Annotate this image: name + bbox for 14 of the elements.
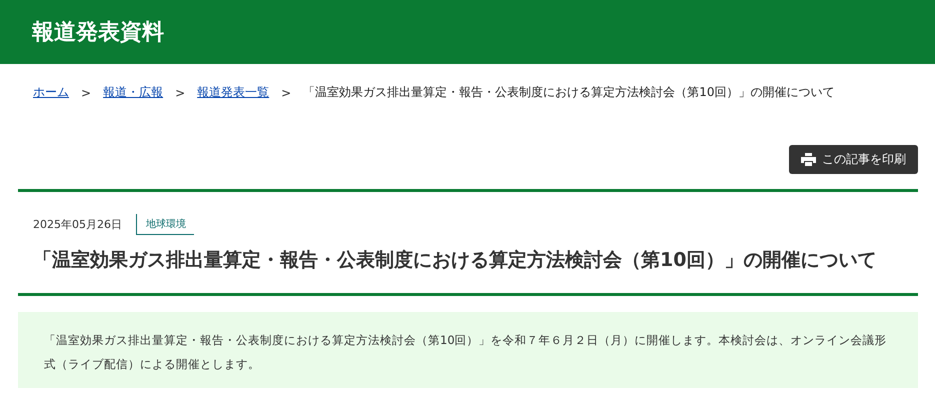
breadcrumb-link[interactable]: ホーム [33, 84, 69, 101]
breadcrumb-separator: > [175, 86, 186, 100]
page-title: 報道発表資料 [32, 19, 164, 47]
category-tag: 地球環境 [136, 214, 194, 235]
print-button[interactable]: この記事を印刷 [789, 145, 918, 174]
printer-icon [801, 153, 816, 166]
breadcrumb-current: 「温室効果ガス排出量算定・報告・公表制度における算定方法検討会（第10回）」の開催について [303, 84, 834, 101]
article-title: 「温室効果ガス排出量算定・報告・公表制度における算定方法検討会（第10回）」の開催について [33, 248, 878, 273]
breadcrumb-separator: > [81, 86, 92, 100]
summary-text: 「温室効果ガス排出量算定・報告・公表制度における算定方法検討会（第10回）」を令和７年６月２日（月）に開催します。本検討会は、オンライン会議形式（ライブ配信）による開催とします。 [44, 332, 888, 373]
breadcrumb-separator: > [281, 86, 292, 100]
article-date: 2025年05月26日 [33, 217, 122, 233]
breadcrumb-link[interactable]: 報道発表一覧 [197, 84, 270, 101]
breadcrumb-link[interactable]: 報道・広報 [103, 84, 164, 101]
